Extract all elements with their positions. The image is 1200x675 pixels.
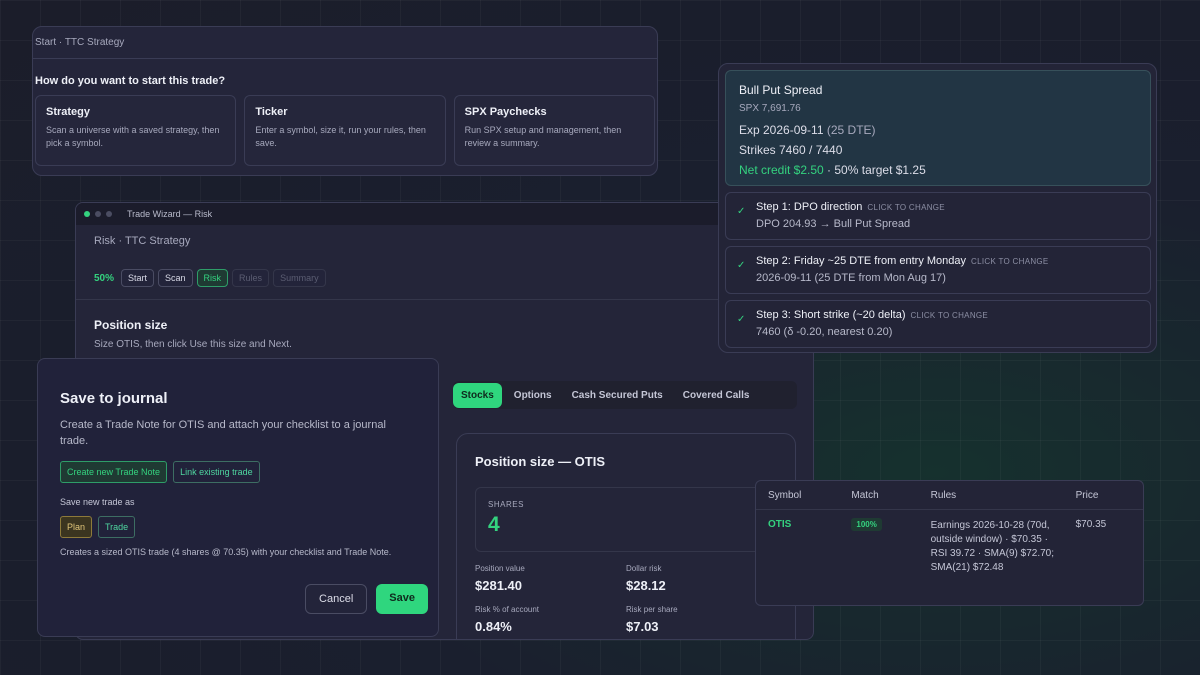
cell-price: $70.35 [1075,519,1107,530]
stat-risk-percent: Risk % of account 0.84% [475,605,540,634]
tab-stocks[interactable]: Stocks [453,382,502,408]
column-header-symbol[interactable]: Symbol [756,481,840,510]
start-question: How do you want to start this trade? [35,75,226,87]
cell-rules: Earnings 2026-10-28 (70d, outside window… [930,520,1055,573]
shares-label: SHARES [488,500,524,509]
click-to-change[interactable]: CLICK TO CHANGE [867,203,945,212]
spread-title: Bull Put Spread [739,83,823,97]
tab-options[interactable]: Options [506,383,560,408]
expiration: Exp 2026-09-11 (25 DTE) [739,123,876,137]
journal-note: Creates a sized OTIS trade (4 shares @ 7… [60,547,392,557]
shares-box: SHARES 4 [475,487,777,552]
instrument-tabs: Stocks Options Cash Secured Puts Covered… [453,381,797,409]
window-title: Trade Wizard — Risk [127,209,213,219]
tab-cash-secured-puts[interactable]: Cash Secured Puts [564,383,671,408]
step-rules[interactable]: Rules [232,269,270,287]
window-dot-icon[interactable] [95,211,101,217]
option-desc: Enter a symbol, size it, run your rules,… [255,125,426,148]
spx-price: SPX 7,691.76 [739,103,801,114]
column-header-match[interactable]: Match [839,481,919,510]
window-titlebar: Trade Wizard — Risk [76,203,813,225]
window-dot-icon[interactable] [84,211,90,217]
progress-percent: 50% [94,272,115,284]
option-desc: Scan a universe with a saved strategy, t… [46,125,220,148]
check-icon: ✓ [737,314,746,325]
save-button[interactable]: Save [376,584,428,614]
option-strategy[interactable]: Strategy Scan a universe with a saved st… [35,95,237,166]
option-spx-paychecks[interactable]: SPX Paychecks Run SPX setup and manageme… [453,95,655,166]
section-subtitle: Size OTIS, then click Use this size and … [94,339,292,350]
save-to-journal-dialog: Save to journal Create a Trade Note for … [37,358,439,637]
step-risk[interactable]: Risk [196,269,229,287]
step-scan[interactable]: Scan [158,269,193,287]
option-title: Strategy [46,106,91,118]
option-title: SPX Paychecks [464,106,547,118]
save-as-label: Save new trade as [60,497,135,507]
column-header-price[interactable]: Price [1063,481,1143,510]
scan-results-table: Symbol Match Rules Price OTIS 100% Earni… [755,480,1144,606]
shares-value: 4 [488,513,500,536]
click-to-change[interactable]: CLICK TO CHANGE [911,311,989,320]
spread-step-2[interactable]: ✓ Step 2: Friday ~25 DTE from entry Mond… [725,246,1151,294]
spread-step-3[interactable]: ✓ Step 3: Short strike (~20 delta) CLICK … [725,300,1151,348]
net-credit: Net credit $2.50 · 50% target $1.25 [739,163,926,177]
option-title: Ticker [255,106,288,118]
position-size-title: Position size — OTIS [475,454,606,469]
column-header-rules[interactable]: Rules [918,481,1064,510]
cell-match: 100% [839,510,918,576]
cancel-button[interactable]: Cancel [305,584,368,614]
stat-risk-per-share: Risk per share $7.03 [626,605,678,634]
step-start[interactable]: Start [121,269,155,287]
breadcrumb: Start · TTC Strategy [33,27,657,59]
plan-button[interactable]: Plan [60,516,93,538]
strikes: Strikes 7460 / 7440 [739,143,843,157]
bull-put-spread-card: Bull Put Spread SPX 7,691.76 Exp 2026-09… [718,63,1157,353]
spread-step-1[interactable]: ✓ Step 1: DPO direction CLICK TO CHANGE D… [725,192,1151,240]
spread-summary: Bull Put Spread SPX 7,691.76 Exp 2026-09… [725,70,1151,186]
create-trade-note-button[interactable]: Create new Trade Note [60,461,168,483]
tab-covered-calls[interactable]: Covered Calls [675,383,758,408]
window-dot-icon[interactable] [106,211,112,217]
check-icon: ✓ [737,260,746,271]
position-size-card: Position size — OTIS SHARES 4 Position v… [456,433,796,639]
stat-position-value: Position value $281.40 [475,564,525,593]
start-card: Start · TTC Strategy How do you want to … [32,26,658,176]
section-title: Position size [94,318,168,332]
option-desc: Run SPX setup and management, then revie… [464,125,622,148]
option-ticker[interactable]: Ticker Enter a symbol, size it, run your… [244,95,446,166]
dialog-title: Save to journal [60,390,168,407]
wizard-steps: 50% Start Scan Risk Rules Summary [76,247,813,287]
check-icon: ✓ [737,206,746,217]
click-to-change[interactable]: CLICK TO CHANGE [971,257,1049,266]
link-existing-trade-button[interactable]: Link existing trade [173,461,260,483]
breadcrumb: Risk · TTC Strategy [94,235,191,247]
dialog-description: Create a Trade Note for OTIS and attach … [60,419,386,447]
step-summary[interactable]: Summary [273,269,326,287]
trade-button[interactable]: Trade [98,516,136,538]
table-row[interactable]: OTIS 100% Earnings 2026-10-28 (70d, outs… [756,510,1143,576]
cell-symbol: OTIS [768,519,792,530]
match-badge: 100% [851,518,882,531]
